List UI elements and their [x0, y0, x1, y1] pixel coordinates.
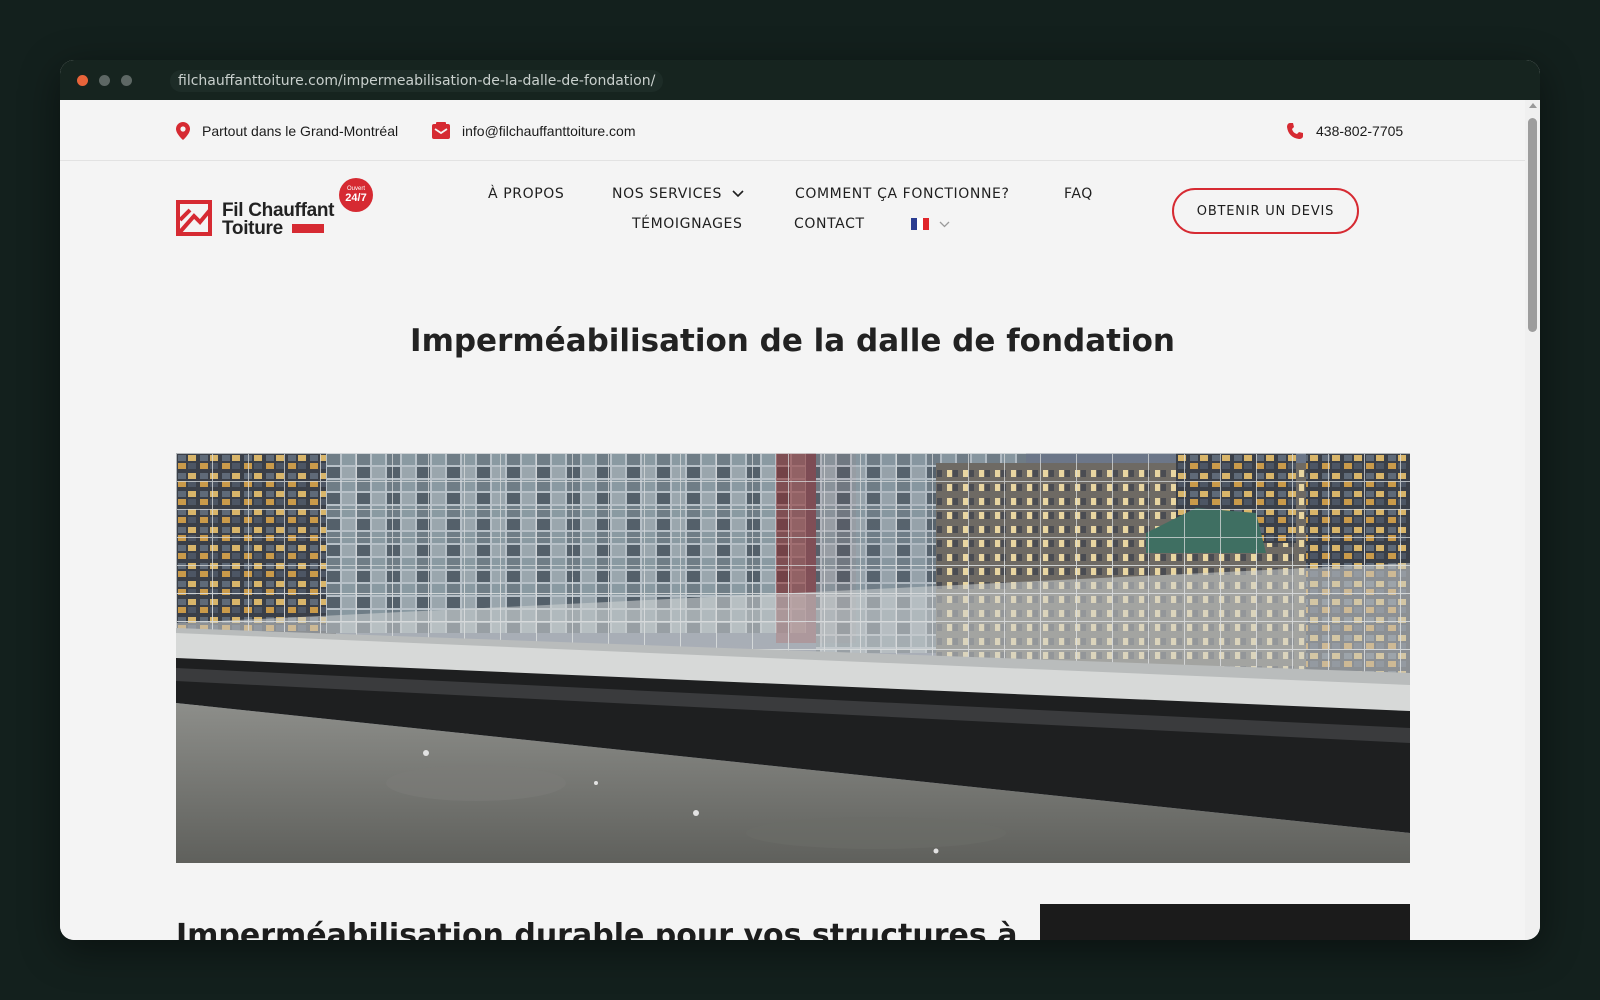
close-window-dot[interactable] [77, 75, 88, 86]
browser-titlebar: filchauffanttoiture.com/impermeabilisati… [60, 60, 1540, 100]
chevron-down-icon [732, 190, 744, 198]
chevron-down-icon [939, 221, 950, 227]
page-viewport: Partout dans le Grand-Montréal info@filc… [60, 100, 1525, 940]
map-pin-icon [176, 121, 190, 140]
phone-link[interactable]: 438-802-7705 [1316, 123, 1403, 139]
language-switcher[interactable] [911, 214, 950, 234]
hero-image [176, 453, 1410, 863]
address-bar[interactable]: filchauffanttoiture.com/impermeabilisati… [170, 70, 664, 92]
email-link[interactable]: info@filchauffanttoiture.com [462, 123, 636, 139]
phone-icon [1287, 122, 1303, 139]
page-scrollbar[interactable] [1525, 100, 1540, 940]
rooftop-city-photo [176, 453, 1410, 863]
nav-how-it-works[interactable]: COMMENT ÇA FONCTIONNE? [795, 184, 1010, 204]
scrollbar-thumb[interactable] [1528, 118, 1537, 332]
browser-window: filchauffanttoiture.com/impermeabilisati… [60, 60, 1540, 940]
nav-contact[interactable]: CONTACT [794, 214, 865, 234]
location-info: Partout dans le Grand-Montréal [176, 100, 398, 161]
get-quote-button[interactable]: OBTENIR UN DEVIS [1172, 188, 1359, 234]
open-24-7-badge: Ouvert 24/7 [339, 178, 373, 212]
site-logo[interactable]: Fil Chauffant Toiture Ouvert 24/7 [176, 178, 376, 242]
nav-services-label: NOS SERVICES [612, 186, 722, 202]
nav-faq[interactable]: FAQ [1064, 184, 1093, 204]
minimize-window-dot[interactable] [99, 75, 110, 86]
logo-tag-stripe [292, 224, 324, 233]
contact-topbar: Partout dans le Grand-Montréal info@filc… [60, 100, 1525, 161]
badge-main-text: 24/7 [345, 192, 367, 204]
mail-icon [432, 121, 450, 139]
logo-text-line2: Toiture [222, 218, 283, 239]
phone-info[interactable]: 438-802-7705 [1286, 100, 1403, 161]
nav-services[interactable]: NOS SERVICES [612, 184, 744, 204]
nav-testimonials[interactable]: TÉMOIGNAGES [632, 214, 742, 234]
scroll-up-arrow-icon[interactable] [1529, 103, 1537, 108]
sidebar-form-box [1040, 904, 1410, 940]
maximize-window-dot[interactable] [121, 75, 132, 86]
section-heading: Imperméabilisation durable pour vos stru… [176, 918, 1018, 940]
page-title: Imperméabilisation de la dalle de fondat… [410, 323, 1175, 359]
email-info[interactable]: info@filchauffanttoiture.com [432, 100, 636, 161]
location-text: Partout dans le Grand-Montréal [202, 122, 399, 139]
nav-about[interactable]: À PROPOS [488, 184, 564, 204]
roof-logo-icon [176, 200, 212, 236]
french-flag-icon [911, 218, 929, 230]
